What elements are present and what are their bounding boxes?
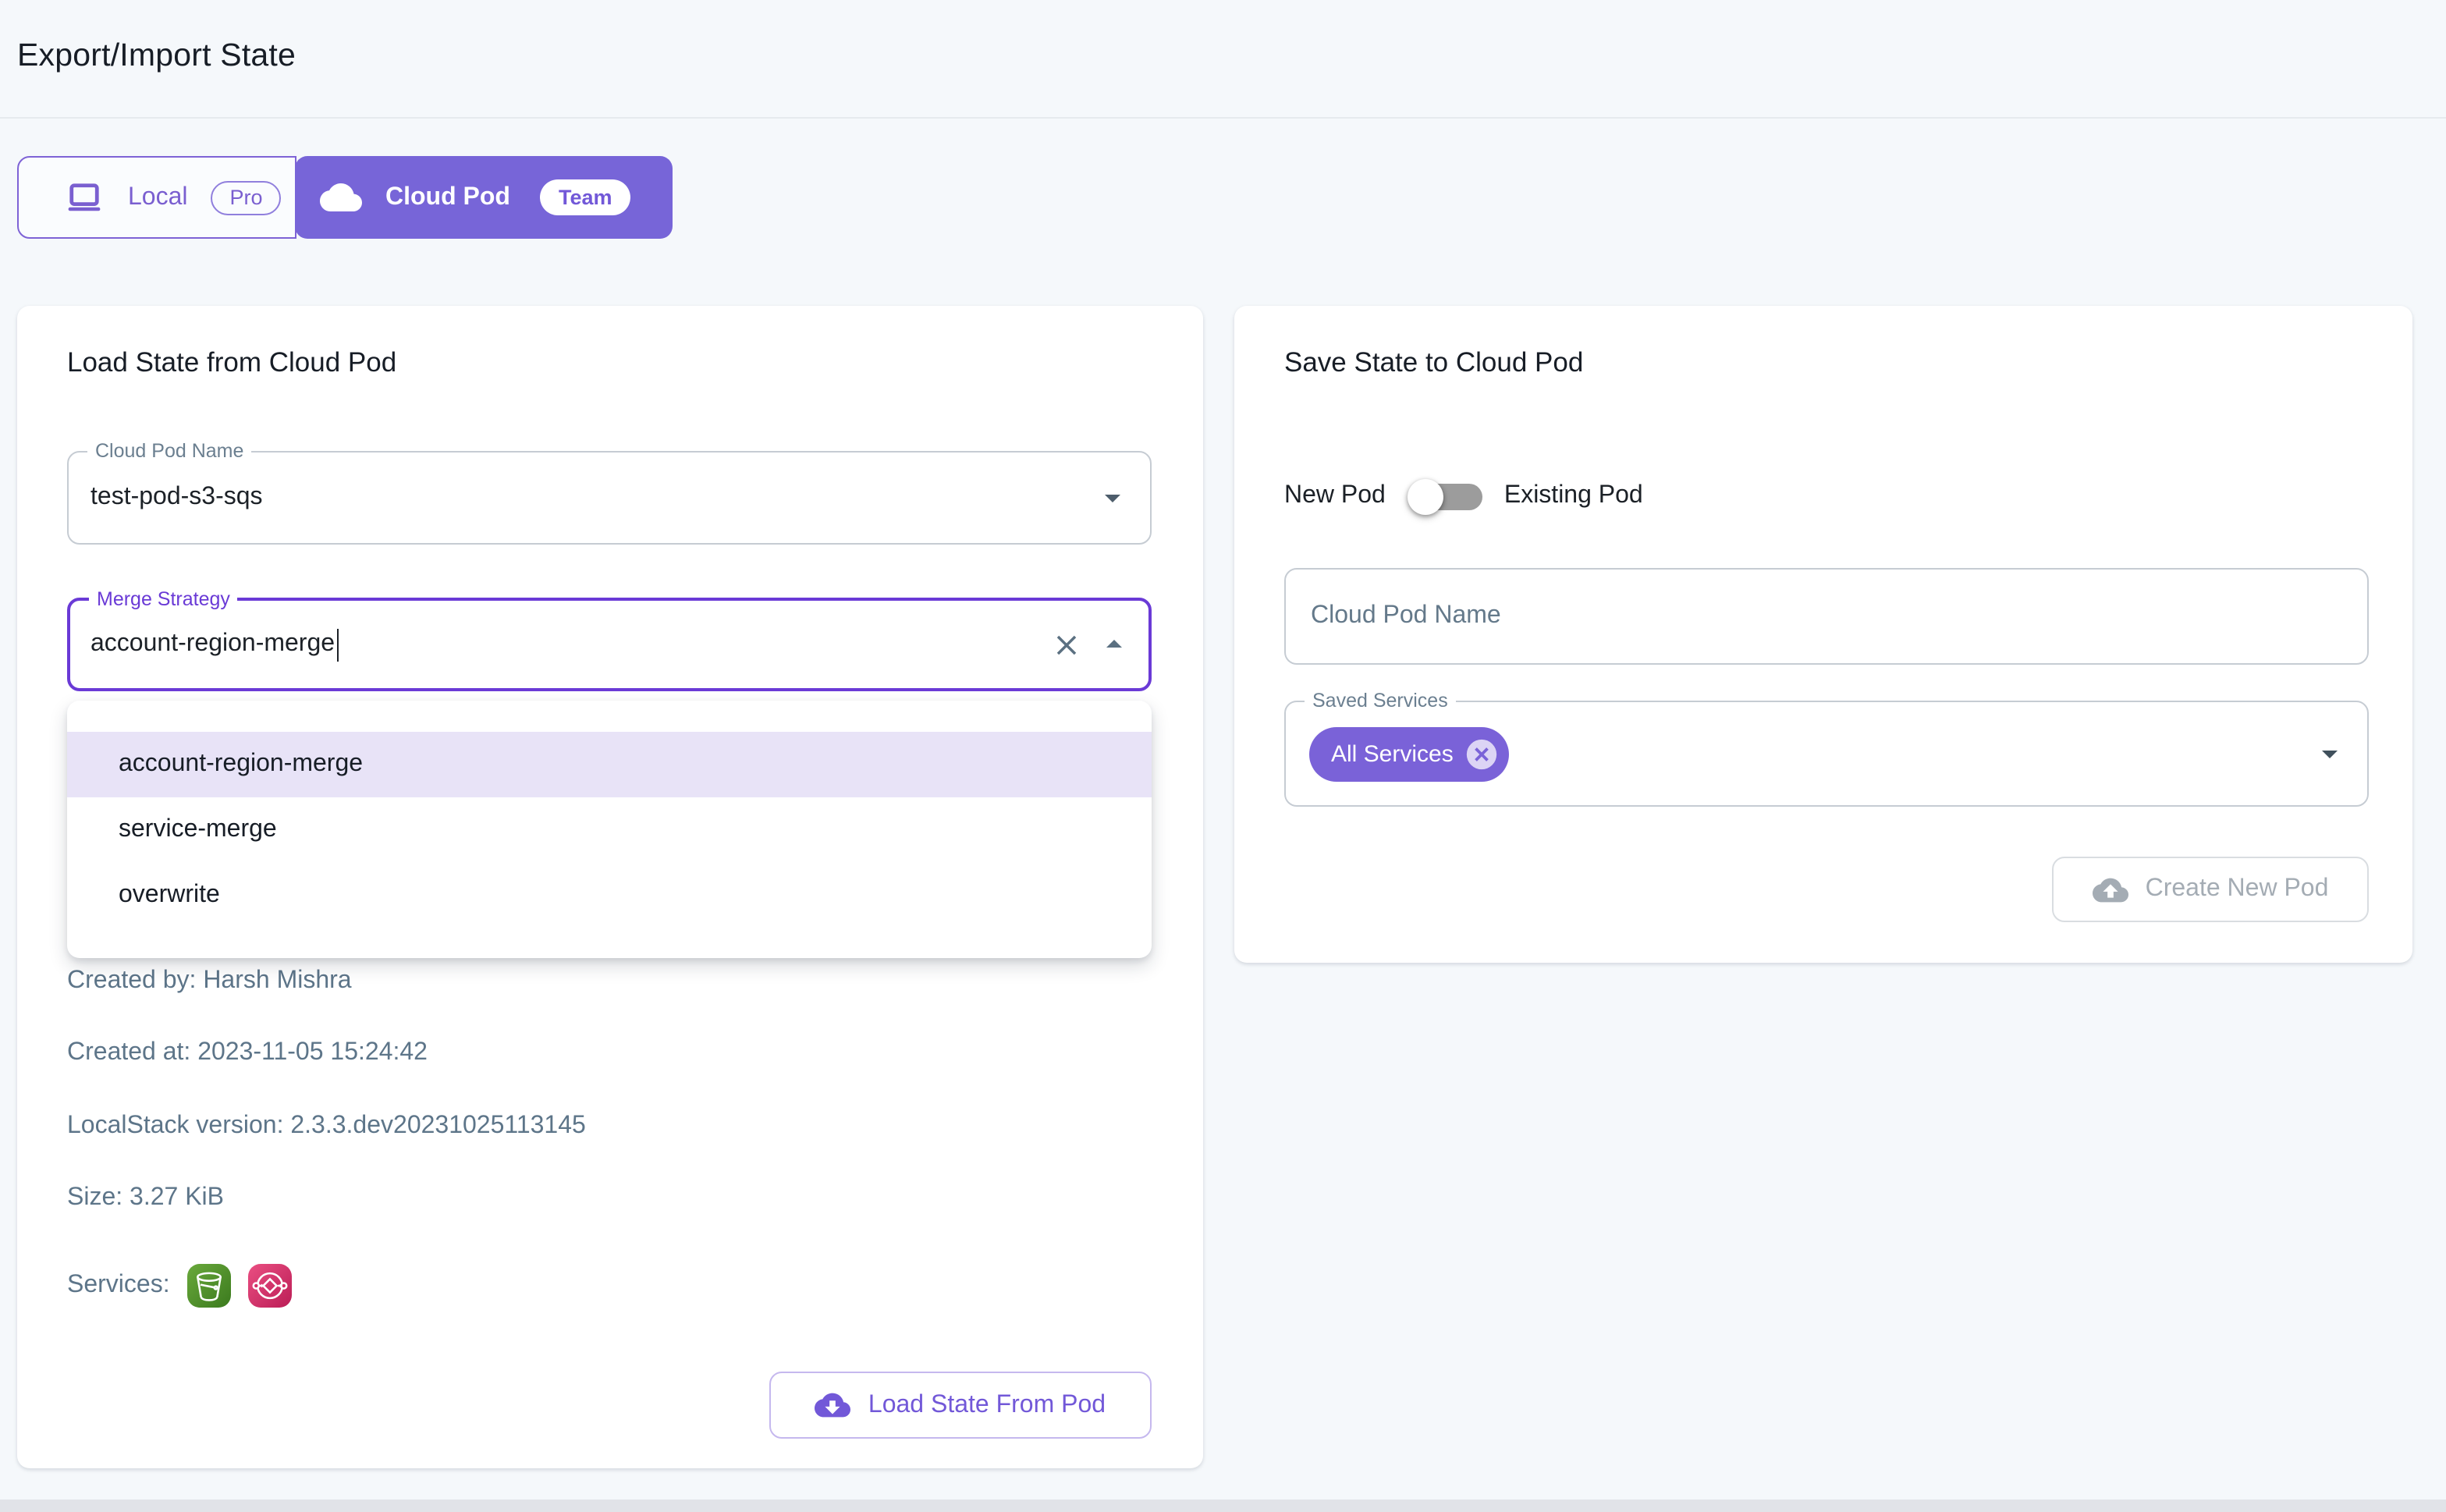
sqs-service-icon	[248, 1264, 292, 1308]
create-new-pod-button-label: Create New Pod	[2146, 875, 2329, 903]
merge-strategy-value: account-region-merge	[91, 630, 335, 658]
option-service-merge[interactable]: service-merge	[67, 797, 1152, 863]
chevron-up-icon[interactable]	[1095, 626, 1133, 663]
horizontal-scrollbar[interactable]	[0, 1500, 2446, 1512]
cloud-pod-name-select[interactable]: Cloud Pod Name test-pod-s3-sqs	[67, 451, 1152, 545]
saved-services-select[interactable]: Saved Services All Services	[1284, 701, 2369, 807]
load-state-button[interactable]: Load State From Pod	[769, 1372, 1152, 1439]
pro-badge: Pro	[211, 180, 282, 215]
export-import-state-page: Export/Import State Local Pro Cloud Pod …	[0, 0, 2446, 1512]
team-badge: Team	[540, 179, 631, 215]
pod-mode-switch[interactable]	[1408, 477, 1482, 515]
chevron-down-icon[interactable]	[1094, 479, 1131, 516]
existing-pod-label: Existing Pod	[1504, 482, 1643, 510]
laptop-icon	[64, 177, 105, 218]
cloud-upload-icon	[2093, 871, 2128, 907]
chip-delete-icon[interactable]	[1464, 736, 1500, 772]
option-account-region-merge[interactable]: account-region-merge	[67, 732, 1152, 797]
saved-services-label: Saved Services	[1305, 691, 1456, 712]
meta-created-at: Created at: 2023-11-05 15:24:42	[67, 1039, 428, 1067]
services-row: Services:	[67, 1264, 292, 1308]
create-new-pod-button[interactable]: Create New Pod	[2052, 857, 2369, 922]
load-state-card: Load State from Cloud Pod Cloud Pod Name…	[17, 306, 1203, 1468]
all-services-chip[interactable]: All Services	[1309, 727, 1510, 782]
switch-thumb[interactable]	[1408, 478, 1443, 514]
tab-cloud-pod-label: Cloud Pod	[385, 183, 510, 211]
new-pod-name-field	[1284, 568, 2369, 665]
load-state-button-label: Load State From Pod	[868, 1391, 1106, 1419]
save-card-title: Save State to Cloud Pod	[1284, 346, 1583, 379]
cloud-download-icon	[815, 1387, 851, 1423]
state-source-tab-group: Local Pro Cloud Pod Team	[17, 156, 674, 239]
all-services-chip-label: All Services	[1331, 741, 1454, 768]
meta-localstack-version: LocalStack version: 2.3.3.dev20231025113…	[67, 1113, 586, 1141]
services-label: Services:	[67, 1272, 170, 1300]
meta-created-by: Created by: Harsh Mishra	[67, 967, 352, 996]
chevron-down-icon[interactable]	[2311, 735, 2348, 772]
save-state-card: Save State to Cloud Pod New Pod Existing…	[1234, 306, 2412, 963]
tab-cloud-pod[interactable]: Cloud Pod Team	[295, 156, 673, 239]
cloud-pod-name-value: test-pod-s3-sqs	[91, 453, 263, 543]
tab-local-label: Local	[128, 183, 188, 211]
new-pod-label: New Pod	[1284, 482, 1386, 510]
tab-local[interactable]: Local Pro	[17, 156, 296, 239]
pod-mode-toggle-row: New Pod Existing Pod	[1284, 477, 1643, 515]
new-pod-name-input[interactable]	[1286, 570, 2367, 663]
option-overwrite[interactable]: overwrite	[67, 863, 1152, 928]
text-cursor	[336, 628, 339, 661]
merge-strategy-listbox: account-region-merge service-merge overw…	[67, 701, 1152, 958]
cloud-icon	[320, 176, 362, 218]
page-title: Export/Import State	[17, 37, 296, 75]
header-divider	[0, 117, 2446, 119]
clear-icon[interactable]	[1050, 628, 1083, 661]
load-card-title: Load State from Cloud Pod	[67, 346, 396, 379]
merge-strategy-input[interactable]: Merge Strategy account-region-merge	[67, 598, 1152, 691]
meta-size: Size: 3.27 KiB	[67, 1184, 224, 1212]
s3-service-icon	[187, 1264, 231, 1308]
